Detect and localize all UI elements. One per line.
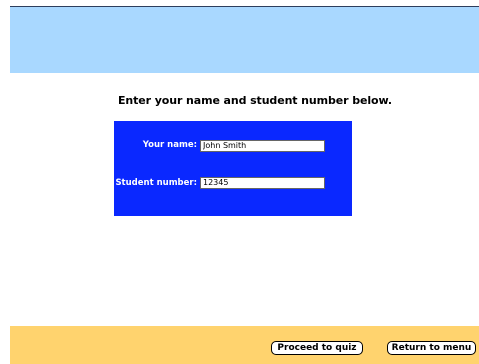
student-number-field[interactable]: [200, 177, 325, 189]
header-banner: [10, 7, 479, 73]
student-number-label: Student number:: [115, 178, 197, 188]
instruction-text: Enter your name and student number below…: [118, 94, 392, 107]
name-field[interactable]: [200, 140, 325, 152]
return-to-menu-button[interactable]: Return to menu: [387, 341, 476, 355]
student-info-panel: Your name: Student number:: [114, 121, 352, 216]
name-label: Your name:: [142, 140, 197, 150]
proceed-to-quiz-button[interactable]: Proceed to quiz: [271, 341, 363, 355]
